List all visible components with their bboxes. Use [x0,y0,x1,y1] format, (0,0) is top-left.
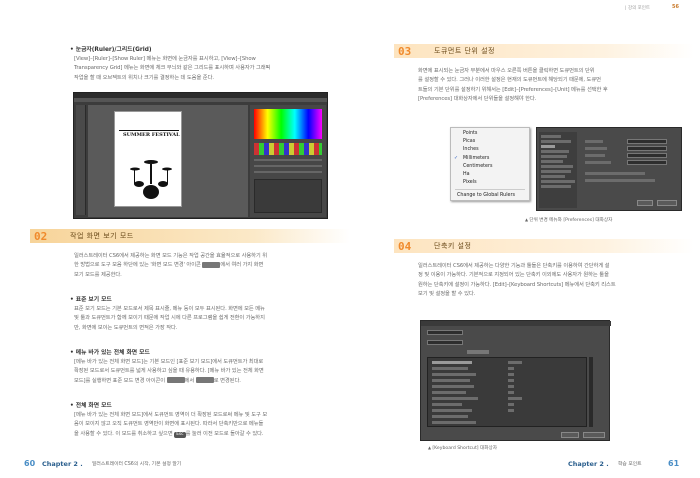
standard-paragraph: 표준 보기 모드는 기본 모드로서 제목 표시줄, 메뉴 등이 모두 표시된다.… [74,306,265,331]
right-page: | 강의 포인트 56 03 도큐먼트 단위 설정 화면에 표시되는 눈금자 부… [350,0,700,478]
shortcut-list[interactable] [427,357,587,427]
panels-column [250,105,326,217]
esc-key: Esc [174,431,186,438]
stroke-dropdown[interactable] [627,146,667,151]
unit-menu-item[interactable]: Points [451,130,529,138]
unit-menu-item[interactable]: Inches [451,146,529,154]
change-global-rulers-item[interactable]: Change to Global Rulers [451,192,529,200]
section-03-paragraph: 화면에 표시되는 눈금자 부분에서 마우스 오른쪽 버튼을 클릭하면 도큐먼트의… [418,68,608,103]
shortcut-type-dropdown[interactable] [427,340,463,345]
header-tag: | 강의 포인트 [625,6,651,11]
full-paragraph: [메뉴 바가 있는 전체 화면 모드]에서 도큐먼트 영역이 더 확장된 모드로… [74,412,268,438]
bullet-rulers: 눈금자(Ruler)/그리드(Grid) [70,44,152,53]
drum-kit-illustration [130,160,172,199]
control-bar [74,98,327,102]
caption-shortcuts: [Keyboard Shortcut] 대화상자 [428,445,497,451]
poster-title: SUMMER FESTIVAL [123,132,180,138]
asian-type-dropdown[interactable] [627,160,667,165]
section-03-title: 도큐먼트 단위 설정 [434,47,495,55]
caption-units: 단위 변경 메뉴와 [Preferences] 대화상자 [525,217,612,223]
color-spectrum [254,109,322,139]
poster-line [119,130,179,131]
screen-mode-icon [202,261,221,268]
unit-menu-item[interactable]: Picas [451,138,529,146]
ok-button[interactable] [561,432,579,438]
unit-menu-item[interactable]: Ha [451,171,529,179]
swatches [254,143,322,155]
shortcut-list-scrollbar[interactable] [589,357,593,427]
general-dropdown[interactable] [627,139,667,144]
artboard: SUMMER FESTIVAL [114,111,182,207]
canvas-area: SUMMER FESTIVAL [88,105,248,217]
unit-menu-item[interactable]: Pixels [451,179,529,187]
section-02-bar: 02 작업 화면 보기 모드 [30,229,350,243]
preferences-categories [539,132,577,208]
left-page-number: 60 [24,459,36,468]
header-number: 56 [672,4,679,10]
ok-button[interactable] [637,200,653,206]
right-chapter-subtitle: 학습 포인트 [618,462,642,467]
shortcut-set-dropdown[interactable] [427,330,463,335]
section-04-title: 단축키 설정 [434,242,472,250]
keyboard-shortcuts-dialog [420,320,611,441]
menubar-paragraph: [메뉴 바가 있는 전체 화면 모드]는 기본 모드인 [표준 보기 모드]에서… [74,359,264,384]
bullet-menubar: 메뉴 바가 있는 전체 화면 모드 [70,347,150,356]
cancel-button[interactable] [657,200,677,206]
preferences-dialog [536,127,682,211]
section-03-number: 03 [398,44,412,58]
unit-menu-item-checked[interactable]: Millimeters [451,155,529,163]
intro-paragraph: 일러스트레이터 CS6에서 제공하는 화면 모드 기능은 작업 공간을 효율적으… [74,253,268,278]
type-dropdown[interactable] [627,153,667,158]
section-04-bar: 04 단축키 설정 [394,239,694,253]
right-page-number: 61 [668,459,680,468]
left-page: 눈금자(Ruler)/그리드(Grid) [View]–[Ruler]–[Sho… [0,0,350,478]
illustrator-screenshot: SUMMER FESTIVAL [73,92,328,219]
section-02-number: 02 [34,229,48,243]
dialog-titlebar [421,321,611,326]
menubar-mode-icon [195,377,214,384]
section-04-paragraph: 일러스트레이터 CS6에서 제공하는 다양한 기능과 툴들은 단축키를 이용하여… [418,263,616,298]
bullet-full: 전체 화면 모드 [70,400,112,409]
right-chapter-label: Chapter 2 . [568,460,609,468]
left-chapter-label: Chapter 2 . [42,460,83,468]
tools-panel [76,105,86,215]
cancel-button[interactable] [583,432,605,438]
layers-panel [254,179,322,213]
unit-menu-item[interactable]: Centimeters [451,163,529,171]
left-chapter-subtitle: 일러스트레이터 CS6의 시작, 기본 설정 알기 [92,462,182,467]
unit-context-menu: Points Picas Inches Millimeters Centimet… [450,127,530,201]
bullet-standard: 표준 보기 모드 [70,294,112,303]
standard-mode-icon [166,377,185,384]
section-02-title: 작업 화면 보기 모드 [70,232,134,240]
rulers-paragraph: [View]–[Ruler]–[Show Ruler] 메뉴는 화면에 눈금자를… [74,56,271,81]
section-03-bar: 03 도큐먼트 단위 설정 [394,44,694,58]
section-04-number: 04 [398,239,412,253]
